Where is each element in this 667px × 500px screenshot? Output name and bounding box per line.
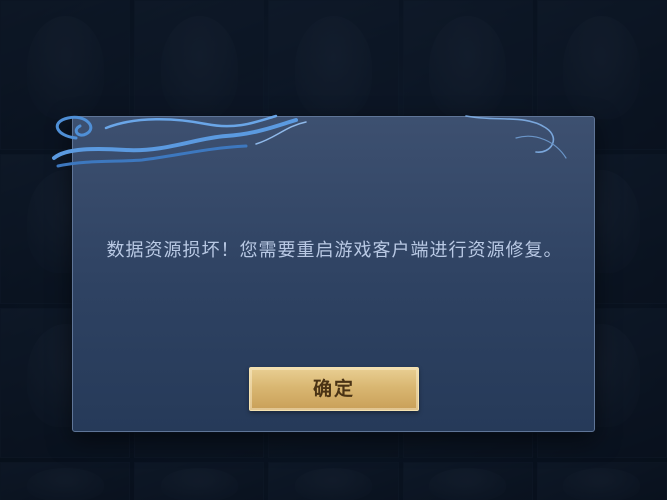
game-screen: 数据资源损坏！您需要重启游戏客户端进行资源修复。 确定 [0,0,667,500]
confirm-button[interactable]: 确定 [249,367,419,411]
resource-error-dialog: 数据资源损坏！您需要重启游戏客户端进行资源修复。 确定 [72,116,595,432]
dialog-message: 数据资源损坏！您需要重启游戏客户端进行资源修复。 [106,240,563,261]
